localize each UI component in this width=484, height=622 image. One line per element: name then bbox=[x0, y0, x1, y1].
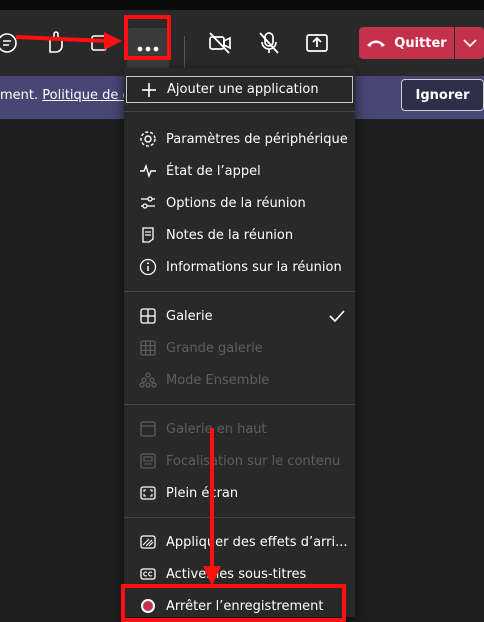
menu-item-content-focus: Focalisation sur le contenu bbox=[124, 446, 355, 476]
menu-item-label: Galerie en haut bbox=[166, 421, 267, 437]
info-icon bbox=[138, 257, 158, 277]
captions-icon bbox=[138, 564, 158, 584]
reactions-icon[interactable] bbox=[40, 28, 70, 58]
menu-divider bbox=[124, 517, 355, 518]
menu-item-meeting-options[interactable]: Options de la réunion bbox=[124, 188, 355, 218]
checkmark-icon bbox=[329, 310, 345, 322]
menu-item-label: Appliquer des effets d’arri... bbox=[166, 534, 348, 550]
menu-item-label: Activer les sous-titres bbox=[166, 566, 307, 582]
gallery-top-icon bbox=[138, 419, 158, 439]
gallery-icon bbox=[138, 306, 158, 326]
menu-item-gallery-top: Galerie en haut bbox=[124, 414, 355, 444]
menu-item-label: Mode Ensemble bbox=[166, 372, 270, 388]
rooms-icon[interactable] bbox=[84, 28, 114, 58]
more-options-menu: Ajouter une application Paramètres de pé… bbox=[124, 68, 355, 617]
toolbar-separator bbox=[184, 36, 185, 68]
large-gallery-icon bbox=[138, 338, 158, 358]
menu-item-gallery[interactable]: Galerie bbox=[124, 301, 355, 331]
banner-text: ment. Politique de co bbox=[0, 88, 138, 103]
quit-button[interactable]: Quitter bbox=[359, 27, 454, 59]
background-effects-icon bbox=[138, 532, 158, 552]
menu-item-background-effects[interactable]: Appliquer des effets d’arri... bbox=[124, 527, 355, 557]
notes-icon bbox=[138, 225, 158, 245]
menu-item-together-mode: Mode Ensemble bbox=[124, 365, 355, 395]
menu-item-label: Galerie bbox=[166, 308, 213, 324]
add-app-item[interactable]: Ajouter une application bbox=[126, 76, 353, 103]
menu-item-label: Notes de la réunion bbox=[166, 227, 294, 243]
chat-icon[interactable] bbox=[0, 28, 22, 58]
menu-item-fullscreen[interactable]: Plein écran bbox=[124, 478, 355, 508]
menu-item-label: Options de la réunion bbox=[166, 195, 306, 211]
hangup-icon bbox=[367, 40, 386, 47]
gear-icon bbox=[138, 129, 158, 149]
highlight-stop-recording bbox=[121, 584, 346, 622]
menu-divider bbox=[124, 404, 355, 405]
menu-item-meeting-info[interactable]: Informations sur la réunion bbox=[124, 252, 355, 282]
together-mode-icon bbox=[138, 370, 158, 390]
menu-item-label: Plein écran bbox=[166, 485, 239, 501]
title-strip bbox=[0, 0, 484, 10]
menu-item-call-health[interactable]: État de l’appel bbox=[124, 156, 355, 186]
mic-off-icon[interactable] bbox=[254, 28, 284, 58]
menu-item-label: Focalisation sur le contenu bbox=[166, 453, 341, 469]
add-app-label: Ajouter une application bbox=[167, 82, 319, 97]
plus-icon bbox=[139, 80, 159, 100]
menu-item-label: Grande galerie bbox=[166, 340, 263, 356]
menu-item-label: État de l’appel bbox=[166, 163, 261, 179]
menu-item-device-settings[interactable]: Paramètres de périphérique bbox=[124, 124, 355, 154]
fullscreen-icon bbox=[138, 483, 158, 503]
ignore-button[interactable]: Ignorer bbox=[401, 79, 484, 111]
share-icon[interactable] bbox=[302, 28, 332, 58]
quit-options-button[interactable] bbox=[455, 27, 484, 59]
menu-item-label: Paramètres de périphérique bbox=[166, 131, 348, 147]
menu-divider bbox=[124, 291, 355, 292]
sliders-icon bbox=[138, 193, 158, 213]
chevron-down-icon bbox=[462, 39, 477, 47]
content-focus-icon bbox=[138, 451, 158, 471]
menu-item-meeting-notes[interactable]: Notes de la réunion bbox=[124, 220, 355, 250]
banner-message: ment. bbox=[0, 88, 43, 103]
camera-off-icon[interactable] bbox=[205, 28, 235, 58]
menu-item-label: Informations sur la réunion bbox=[166, 259, 342, 275]
pulse-icon bbox=[138, 161, 158, 181]
quit-label: Quitter bbox=[394, 35, 447, 51]
menu-item-large-gallery: Grande galerie bbox=[124, 333, 355, 363]
menu-divider bbox=[124, 111, 355, 112]
highlight-more-options bbox=[124, 15, 171, 60]
